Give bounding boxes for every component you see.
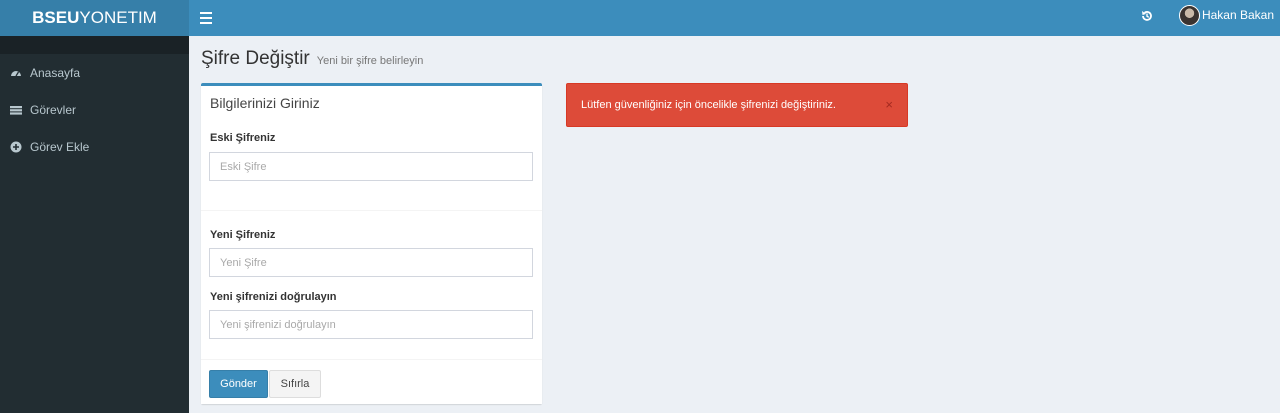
user-name[interactable]: Hakan Bakan — [1202, 0, 1274, 30]
top-navbar: Hakan Bakan — [189, 0, 1280, 36]
brand-bold: BSEU — [32, 8, 80, 27]
submit-button[interactable]: Gönder — [209, 370, 268, 398]
new-password-input[interactable] — [209, 248, 533, 277]
page-subtitle: Yeni bir şifre belirleyin — [316, 55, 424, 67]
plus-circle-icon — [10, 141, 22, 153]
history-icon[interactable] — [1140, 9, 1154, 23]
reset-button[interactable]: Sıfırla — [269, 370, 321, 398]
sidebar-item-label: Görevler — [30, 102, 77, 117]
new-password-label: Yeni Şifreniz — [210, 229, 276, 241]
sidebar-item-gorevler[interactable]: Görevler — [0, 91, 189, 128]
sidebar-item-gorev-ekle[interactable]: Görev Ekle — [0, 128, 189, 165]
brand-light: YONETIM — [79, 8, 157, 27]
tasks-icon — [10, 104, 22, 116]
old-password-label: Eski Şifreniz — [210, 132, 276, 144]
dashboard-icon — [10, 67, 22, 79]
page-header: Şifre Değiştir Yeni bir şifre belirleyin — [201, 48, 423, 70]
confirm-password-label: Yeni şifrenizi doğrulayın — [210, 291, 337, 303]
menu-toggle-icon[interactable] — [200, 9, 212, 27]
form-divider — [201, 210, 542, 211]
confirm-password-input[interactable] — [209, 310, 533, 339]
error-alert: Lütfen güvenliğiniz için öncelikle şifre… — [566, 83, 908, 127]
old-password-input[interactable] — [209, 152, 533, 181]
user-avatar[interactable] — [1179, 5, 1200, 26]
brand-logo[interactable]: BSEU YONETIM — [0, 0, 189, 36]
close-icon[interactable]: × — [885, 96, 893, 114]
sidebar-item-label: Görev Ekle — [30, 139, 90, 154]
sidebar-item-anasayfa[interactable]: Anasayfa — [0, 54, 189, 91]
alert-message: Lütfen güvenliğiniz için öncelikle şifre… — [581, 99, 836, 111]
sidebar-item-label: Anasayfa — [30, 65, 81, 80]
sidebar: Anasayfa Görevler Görev Ekle — [0, 36, 189, 413]
page-title: Şifre Değiştir — [201, 48, 310, 69]
box-title: Bilgilerinizi Giriniz — [210, 95, 320, 111]
sidebar-user-panel — [0, 36, 189, 54]
password-form-box: Bilgilerinizi Giriniz Eski Şifreniz Yeni… — [201, 83, 542, 404]
